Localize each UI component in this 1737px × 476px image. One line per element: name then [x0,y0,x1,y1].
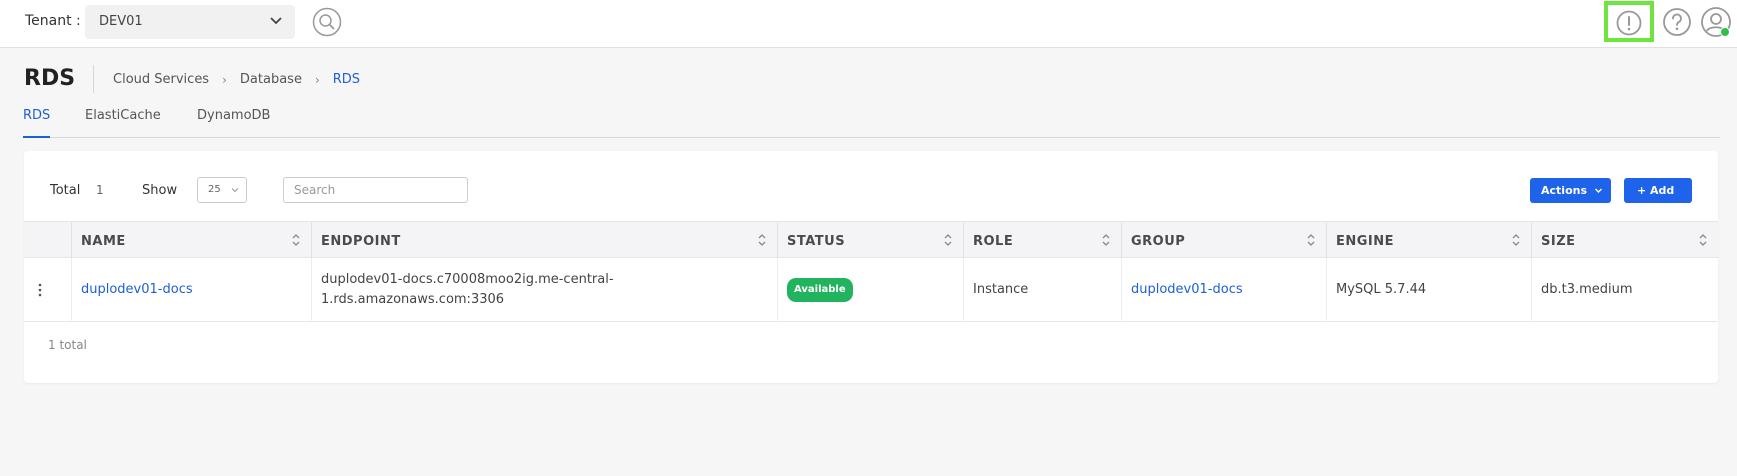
alert-icon [1616,10,1642,36]
rds-table: NAME ENDPOINT STATUS ROLE GROUP ENGINE S… [24,221,1718,322]
cell-endpoint-line2: 1.rds.amazonaws.com:3306 [321,292,505,307]
footer-total-count: 1 total [48,338,87,352]
tab-rds[interactable]: RDS [23,108,51,138]
tab-dynamodb[interactable]: DynamoDB [197,108,270,131]
breadcrumb-cloud-services[interactable]: Cloud Services [113,72,209,87]
sort-icon [1307,234,1315,246]
add-button[interactable]: + Add [1624,178,1692,203]
table-row: duplodev01-docs duplodev01-docs.c70008mo… [24,258,1718,322]
column-header-label: ENGINE [1336,234,1395,249]
kebab-menu-icon[interactable] [38,282,42,298]
column-header-group[interactable]: GROUP [1121,222,1326,258]
cell-group-link[interactable]: duplodev01-docs [1121,258,1326,322]
sort-icon [1512,234,1520,246]
column-header-label: ENDPOINT [321,234,401,249]
column-header-role[interactable]: ROLE [963,222,1121,258]
top-bar: Tenant : DEV01 [0,0,1737,48]
sort-icon [1102,234,1110,246]
column-header-name[interactable]: NAME [71,222,311,258]
tenant-select-value: DEV01 [99,14,143,29]
sort-icon [944,234,952,246]
chevron-right-icon: › [222,72,227,87]
cell-endpoint: duplodev01-docs.c70008moo2ig.me-central-… [311,258,777,322]
rds-list-card: Total 1 Show 25 Actions + Add NAME ENDPO… [24,151,1718,383]
cell-name-link[interactable]: duplodev01-docs [71,258,311,322]
chevron-down-icon [270,17,282,25]
search-input[interactable] [283,177,468,203]
cell-engine: MySQL 5.7.44 [1326,258,1531,322]
sort-icon [292,234,300,246]
column-header-engine[interactable]: ENGINE [1326,222,1531,258]
sort-icon [1699,234,1707,246]
breadcrumb-database[interactable]: Database [240,72,302,87]
tenant-label: Tenant : [25,13,81,29]
status-badge: Available [787,278,853,302]
cell-status: Available [777,258,963,322]
column-header-label: STATUS [787,234,846,249]
chevron-right-icon: › [314,72,320,87]
show-label: Show [142,183,178,198]
online-status-dot [1720,27,1730,37]
page-title: RDS [24,66,76,91]
column-header-label: GROUP [1131,234,1186,249]
sort-icon [758,234,766,246]
alert-button[interactable] [1604,1,1654,42]
column-header-label: SIZE [1541,234,1576,249]
cell-role: Instance [963,258,1121,322]
search-icon[interactable] [312,7,342,37]
page-size-value: 25 [208,184,221,195]
tab-elasticache[interactable]: ElastiCache [85,108,161,131]
column-header-status[interactable]: STATUS [777,222,963,258]
cell-size: db.t3.medium [1531,258,1718,322]
tab-bar: RDS ElastiCache DynamoDB [23,108,1720,138]
help-icon[interactable] [1662,7,1692,37]
table-header: NAME ENDPOINT STATUS ROLE GROUP ENGINE S… [24,221,1718,258]
column-header-endpoint[interactable]: ENDPOINT [311,222,777,258]
total-count: 1 [96,183,104,197]
column-header-menu [24,222,71,258]
total-label: Total [50,183,81,198]
column-header-label: ROLE [973,234,1014,249]
column-header-label: NAME [81,234,126,249]
chevron-down-icon [1595,188,1602,193]
page-size-select[interactable]: 25 [197,177,247,203]
column-header-size[interactable]: SIZE [1531,222,1718,258]
actions-button-label: Actions [1541,184,1587,197]
chevron-down-icon [231,188,239,193]
breadcrumb-rds: RDS [332,72,361,87]
tenant-select[interactable]: DEV01 [85,5,295,39]
cell-endpoint-line1: duplodev01-docs.c70008moo2ig.me-central- [321,272,614,287]
title-divider [93,65,94,93]
actions-button[interactable]: Actions [1530,178,1611,203]
breadcrumb: Cloud Services › Database › RDS [113,72,360,87]
